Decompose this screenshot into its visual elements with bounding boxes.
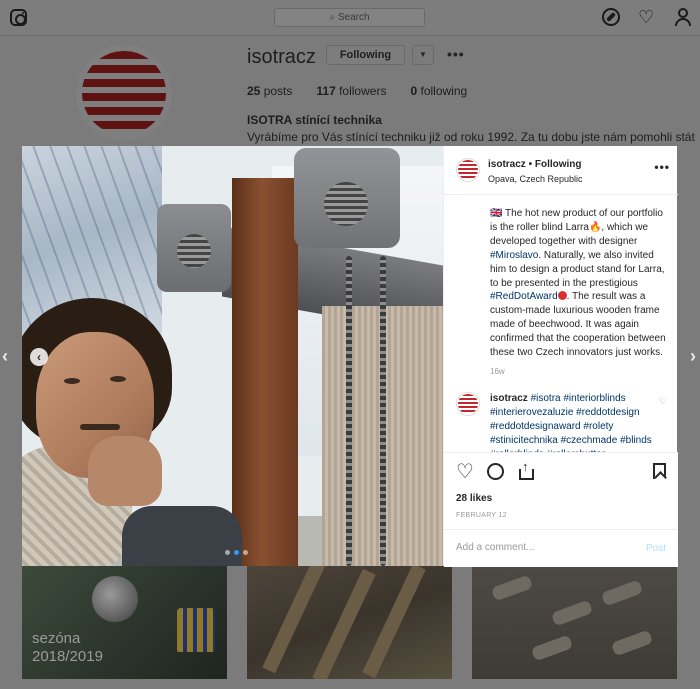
- football-image: [92, 576, 138, 622]
- followers-stat[interactable]: 117 followers: [316, 84, 386, 98]
- post-actions-section: ♡ 28 likes FEBRUARY 12 Post: [444, 452, 678, 567]
- metal-part: [600, 579, 644, 607]
- post-photo[interactable]: ‹: [22, 146, 443, 566]
- search-placeholder: Search: [337, 12, 370, 23]
- separator-dot: •: [525, 159, 535, 170]
- post-author-username[interactable]: isotracz: [488, 159, 526, 170]
- photo-grill: [177, 234, 211, 268]
- metal-part: [610, 629, 654, 657]
- search-input[interactable]: ⌕ Search: [274, 8, 425, 27]
- carousel-dot: [243, 550, 248, 555]
- photo-chain: [380, 256, 386, 566]
- photo-wooden-frame: [232, 178, 298, 566]
- profile-username: isotracz: [247, 46, 316, 68]
- profile-bio: Vyrábíme pro Vás stínící techniku již od…: [247, 130, 695, 144]
- compass-icon[interactable]: [602, 8, 620, 26]
- red-circle-emoji: [557, 291, 567, 301]
- post-more-options-icon[interactable]: •••: [654, 160, 670, 174]
- like-heart-icon[interactable]: ♡: [456, 462, 474, 482]
- carousel-indicator: [225, 550, 248, 555]
- photo-eye: [110, 376, 126, 382]
- fire-emoji: 🔥: [588, 221, 602, 233]
- caption-timestamp[interactable]: 16w: [490, 367, 505, 376]
- hashtag-link[interactable]: #RedDotAward: [490, 291, 558, 302]
- following-label: following: [420, 84, 468, 98]
- photo-end-cap-right: [294, 148, 400, 248]
- comment-author-username[interactable]: isotracz: [490, 393, 528, 404]
- chevron-down-icon[interactable]: ▼: [412, 45, 434, 65]
- grid-post-3[interactable]: [472, 566, 677, 679]
- bookmark-icon[interactable]: [653, 463, 666, 479]
- share-icon[interactable]: [519, 459, 537, 481]
- comment-icon[interactable]: [487, 463, 504, 480]
- posts-count: 25: [247, 84, 261, 98]
- carousel-dot: [234, 550, 239, 555]
- next-post-arrow[interactable]: ›: [690, 346, 696, 367]
- photo-eye: [64, 378, 80, 384]
- posts-stat: 25 posts: [247, 84, 292, 98]
- profile-stats: 25 posts 117 followers 0 following: [247, 84, 467, 98]
- photo-chain: [346, 256, 352, 566]
- likes-count[interactable]: 28 likes: [456, 493, 492, 504]
- jersey-image: [177, 608, 215, 652]
- uk-flag-emoji: 🇬🇧: [490, 208, 503, 219]
- metal-part: [550, 599, 594, 627]
- grid-post-1-caption: sezóna 2018/2019: [32, 630, 103, 666]
- brand-logo: [458, 160, 478, 180]
- profile-full-name: ISOTRA stínící technika: [247, 113, 382, 127]
- grid-post-2[interactable]: [247, 566, 452, 679]
- post-author-avatar[interactable]: [456, 158, 480, 182]
- photo-mustache: [80, 424, 120, 430]
- followers-label: followers: [339, 84, 387, 98]
- post-header: isotracz • Following Opava, Czech Republ…: [444, 146, 678, 195]
- season-years: 2018/2019: [32, 648, 103, 665]
- comment-input[interactable]: [456, 542, 616, 553]
- following-count: 0: [410, 84, 418, 98]
- heart-icon[interactable]: ♡: [638, 8, 656, 26]
- season-label: sezóna: [32, 630, 81, 647]
- more-options-icon[interactable]: •••: [447, 46, 465, 62]
- post-date: FEBRUARY 12: [456, 512, 507, 519]
- instagram-icon[interactable]: [10, 9, 27, 26]
- add-comment-bar: Post: [444, 529, 678, 568]
- hashtag-link[interactable]: #Miroslavo: [490, 250, 538, 261]
- following-button[interactable]: Following: [326, 45, 405, 65]
- carousel-dot: [225, 550, 230, 555]
- followers-count: 117: [316, 84, 336, 98]
- post-location[interactable]: Opava, Czech Republic: [488, 174, 583, 184]
- nav-icons: ♡: [602, 8, 692, 26]
- brand-logo: [458, 394, 478, 414]
- post-author-line: isotracz • Following: [488, 159, 582, 170]
- follow-status-button[interactable]: Following: [535, 159, 582, 170]
- top-navigation-bar: ⌕ Search ♡: [0, 0, 700, 36]
- grid-post-1[interactable]: sezóna 2018/2019: [22, 566, 227, 679]
- photo-grill: [324, 182, 368, 226]
- post-side-panel: isotracz • Following Opava, Czech Republ…: [443, 146, 678, 567]
- profile-avatar[interactable]: [76, 45, 172, 141]
- comment-author-avatar[interactable]: [456, 392, 480, 416]
- wood-plank: [262, 566, 326, 674]
- metal-part: [530, 634, 574, 662]
- post-caption: 🇬🇧 The hot new product of our portfolio …: [490, 207, 672, 360]
- person-icon[interactable]: [674, 8, 692, 26]
- post-comment-button[interactable]: Post: [646, 543, 666, 554]
- posts-label: posts: [263, 84, 293, 98]
- following-stat[interactable]: 0 following: [410, 84, 467, 98]
- brand-logo: [82, 51, 166, 135]
- photo-end-cap-left: [157, 204, 231, 292]
- photo-hand: [88, 436, 162, 506]
- carousel-prev-button[interactable]: ‹: [30, 348, 48, 366]
- previous-post-arrow[interactable]: ‹: [2, 346, 8, 367]
- metal-part: [490, 574, 534, 602]
- photo-jacket: [122, 506, 242, 566]
- like-comment-heart-icon[interactable]: ♡: [659, 396, 667, 407]
- post-modal: ‹ isotracz • Following Opava, Czech Repu…: [22, 146, 678, 567]
